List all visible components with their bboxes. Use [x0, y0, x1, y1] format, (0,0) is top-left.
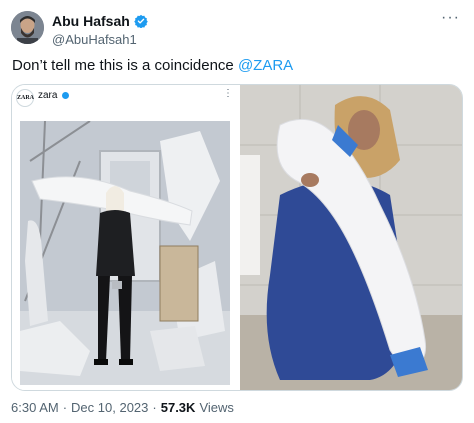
more-options-icon[interactable]: ···	[441, 10, 460, 26]
zara-logo: ZARA	[16, 89, 34, 107]
zara-verified-icon	[62, 92, 69, 99]
zara-more-icon: ⋮	[223, 88, 233, 99]
embedded-zara-post[interactable]: ZARA zara ⋮	[12, 85, 239, 390]
comparison-photo[interactable]	[240, 85, 462, 390]
zara-campaign-image	[20, 121, 230, 385]
zara-account-name: zara	[38, 90, 58, 101]
avatar[interactable]	[11, 11, 44, 44]
separator: ·	[62, 400, 68, 415]
author-handle[interactable]: @AbuHafsah1	[52, 32, 148, 47]
verified-badge-icon	[134, 14, 148, 28]
tweet-time[interactable]: 6:30 AM	[11, 400, 59, 415]
separator: ·	[152, 400, 157, 415]
comparison-image	[240, 85, 462, 390]
avatar-image	[11, 11, 44, 44]
media-container[interactable]: ZARA zara ⋮	[11, 84, 463, 391]
author-name[interactable]: Abu Hafsah	[52, 13, 130, 29]
views-count[interactable]: 57.3K	[161, 400, 196, 415]
mention-link[interactable]: @ZARA	[238, 57, 293, 74]
author-block: Abu Hafsah @AbuHafsah1	[52, 11, 148, 47]
tweet-card[interactable]: Abu Hafsah @AbuHafsah1 ··· Don’t tell me…	[0, 0, 474, 423]
zara-campaign-photo[interactable]	[20, 121, 230, 385]
views-label: Views	[199, 400, 234, 415]
tweet-text: Don’t tell me this is a coincidence @ZAR…	[12, 57, 293, 74]
tweet-meta: 6:30 AM · Dec 10, 2023 · 57.3K Views	[11, 400, 234, 415]
tweet-date[interactable]: Dec 10, 2023	[71, 400, 148, 415]
tweet-body: Don’t tell me this is a coincidence	[12, 57, 238, 74]
